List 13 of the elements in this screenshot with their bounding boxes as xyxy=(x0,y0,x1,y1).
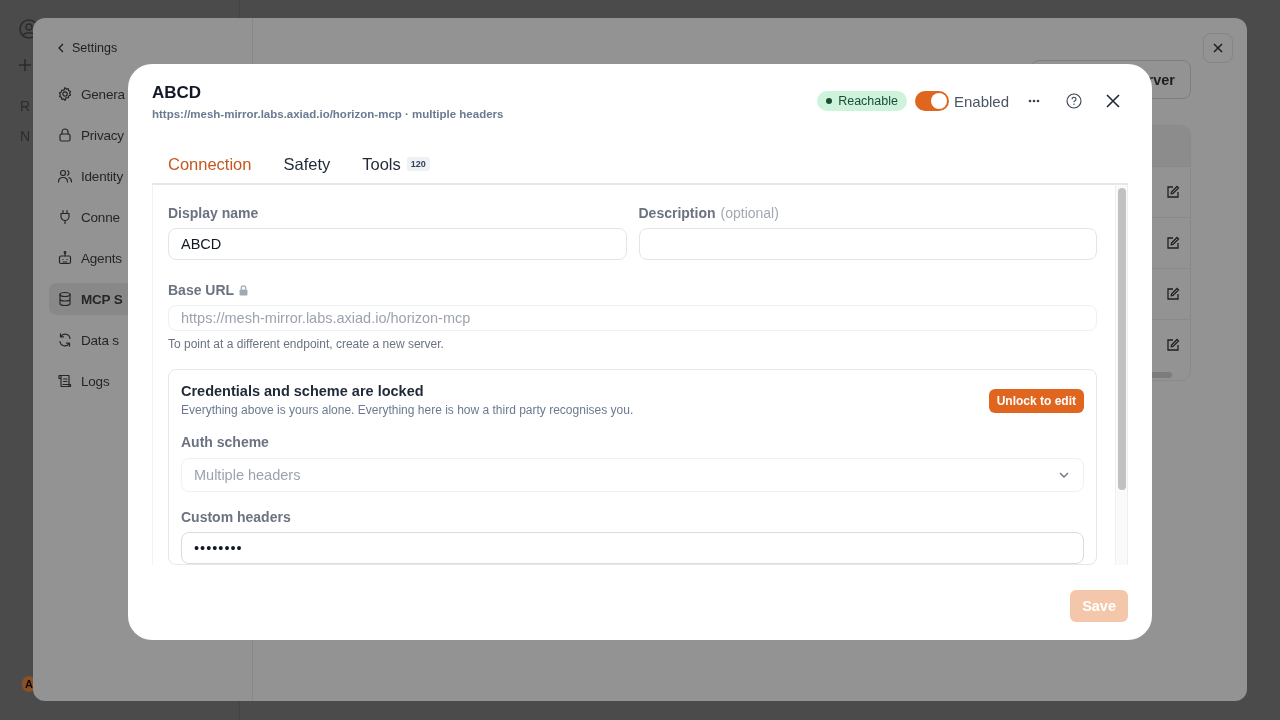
status-badge: Reachable xyxy=(817,91,907,111)
toggle-label: Enabled xyxy=(953,92,1009,110)
field-label: Auth scheme xyxy=(181,433,270,450)
field-label: Display name xyxy=(168,204,260,221)
field-label: Base URL xyxy=(168,282,235,299)
count-badge: 120 xyxy=(406,157,430,171)
server-url: https://mesh-mirror.labs.axiad.io/horizon-mcp · multiple headers xyxy=(152,108,504,120)
hint-text: To point at a different endpoint, create a new server. xyxy=(168,337,445,351)
field-label: Description (optional) xyxy=(638,204,780,221)
card-description: Everything above is yours alone. Everything here is how a third party recognises you. xyxy=(181,403,634,417)
field-label: Custom headers xyxy=(181,508,292,525)
dialog-title: ABCD xyxy=(152,83,203,103)
card-title: Credentials and scheme are locked xyxy=(181,383,425,399)
